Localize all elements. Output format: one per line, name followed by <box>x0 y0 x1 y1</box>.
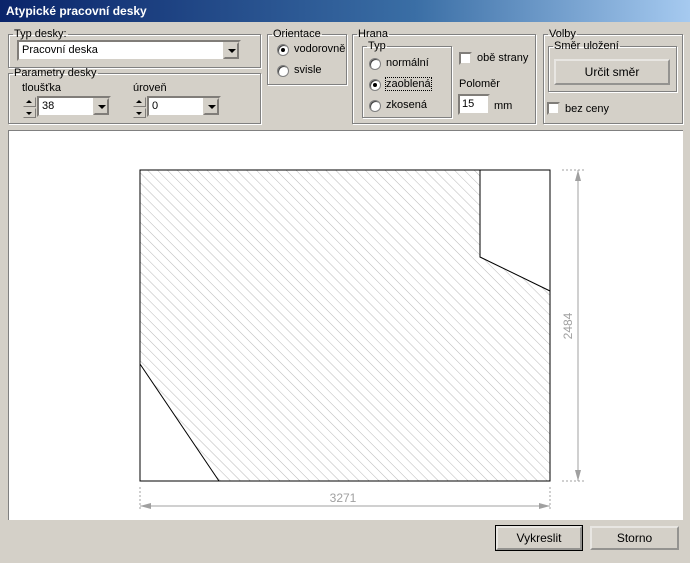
parametry-desky-legend: Parametry desky <box>14 67 97 79</box>
radio-vodorovne[interactable] <box>277 44 289 56</box>
polomer-unit: mm <box>494 100 513 112</box>
storno-button[interactable]: Storno <box>590 526 679 550</box>
radio-svisle[interactable] <box>277 65 289 77</box>
obe-strany-label[interactable]: obě strany <box>477 52 528 64</box>
tloustka-value: 38 <box>42 100 55 112</box>
uroven-spinner[interactable] <box>133 97 146 118</box>
chevron-down-icon[interactable] <box>223 42 239 59</box>
tloustka-label: tloušťka <box>22 82 61 94</box>
polomer-value: 15 <box>462 98 475 110</box>
obe-strany-checkbox[interactable] <box>459 52 472 65</box>
vykreslit-button[interactable]: Vykreslit <box>495 525 583 551</box>
polomer-input[interactable]: 15 <box>458 94 490 115</box>
normalni-label[interactable]: normální <box>386 57 429 69</box>
polomer-label: Poloměr <box>459 78 500 90</box>
hrana-legend: Hrana <box>358 28 388 40</box>
uroven-value: 0 <box>152 100 159 112</box>
typ-desky-value: Pracovní deska <box>22 44 98 56</box>
width-dimension-label: 3271 <box>330 491 357 505</box>
height-dimension-label: 2484 <box>561 312 575 339</box>
smer-ulozeni-legend: Směr uložení <box>554 40 619 52</box>
window-title: Atypické pracovní desky <box>6 4 147 18</box>
orientace-legend: Orientace <box>273 28 321 40</box>
tloustka-select[interactable]: 38 <box>37 96 111 117</box>
orientace-group: Orientace <box>267 28 347 85</box>
radio-zkosena[interactable] <box>369 100 381 112</box>
chevron-down-icon[interactable] <box>203 98 219 115</box>
hrana-typ-legend: Typ <box>368 40 386 52</box>
urcit-smer-button[interactable]: Určit směr <box>554 59 670 85</box>
chevron-down-icon[interactable] <box>93 98 109 115</box>
spin-up-icon[interactable] <box>23 97 36 107</box>
spin-down-icon[interactable] <box>133 108 146 118</box>
tloustka-spinner[interactable] <box>23 97 36 118</box>
spin-up-icon[interactable] <box>133 97 146 107</box>
zaoblena-label[interactable]: zaoblená <box>385 77 432 91</box>
zkosena-label[interactable]: zkosená <box>386 99 427 111</box>
countertop-drawing: 3271 2484 <box>139 169 585 511</box>
drawing-canvas[interactable]: 3271 2484 <box>8 130 683 520</box>
vodorovne-label[interactable]: vodorovně <box>294 43 345 55</box>
radio-zaoblena[interactable] <box>369 79 381 91</box>
bez-ceny-label[interactable]: bez ceny <box>565 103 609 115</box>
typ-desky-legend: Typ desky: <box>14 28 67 40</box>
volby-legend: Volby <box>549 28 576 40</box>
spin-down-icon[interactable] <box>23 108 36 118</box>
countertop-shape <box>139 169 551 482</box>
svisle-label[interactable]: svisle <box>294 64 322 76</box>
uroven-select[interactable]: 0 <box>147 96 221 117</box>
bez-ceny-checkbox[interactable] <box>547 102 560 115</box>
title-bar: Atypické pracovní desky <box>0 0 690 22</box>
radio-normalni[interactable] <box>369 58 381 70</box>
typ-desky-select[interactable]: Pracovní deska <box>17 40 241 61</box>
uroven-label: úroveň <box>133 82 167 94</box>
